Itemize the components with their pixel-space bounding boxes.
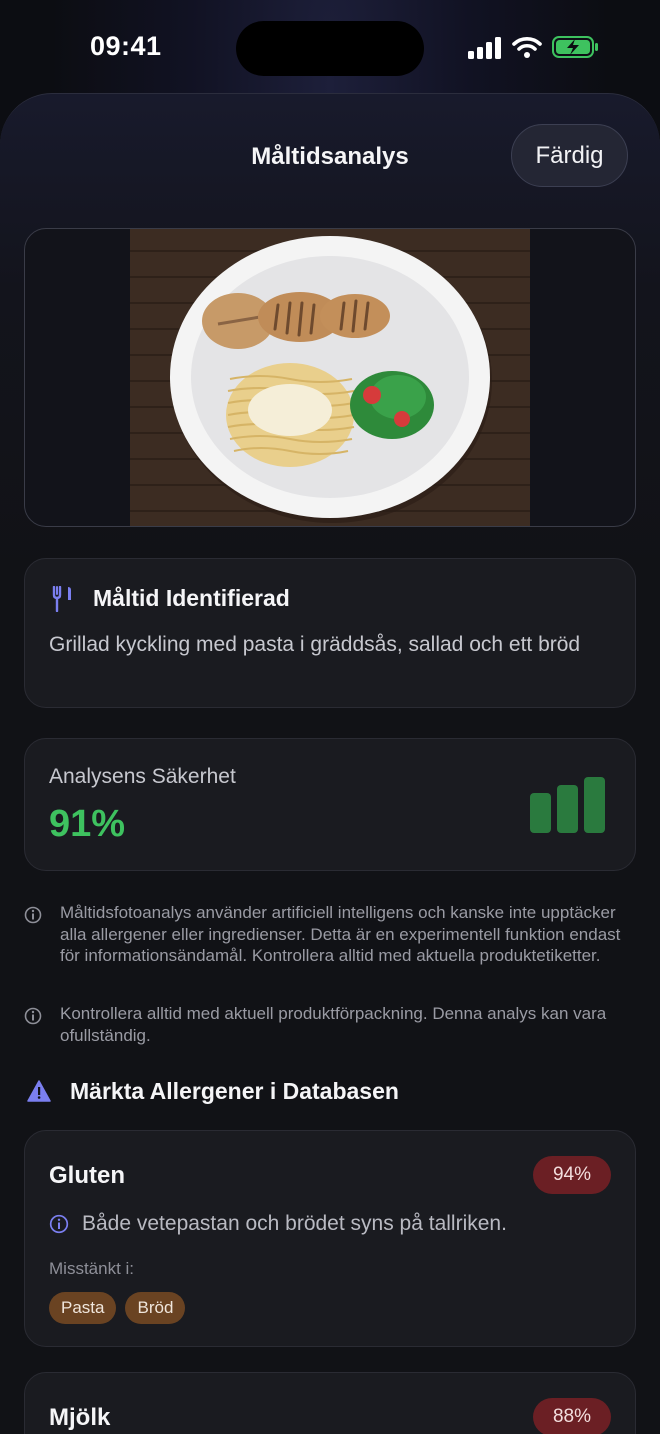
meal-photo <box>24 228 636 527</box>
battery-charging-icon <box>552 36 598 58</box>
packaging-text: Kontrollera alltid med aktuell produktfö… <box>60 1004 607 1045</box>
allergen-name: Gluten <box>49 1162 125 1189</box>
confidence-bars-icon <box>530 777 605 833</box>
info-icon <box>24 906 42 924</box>
allergen-confidence-badge: 94% <box>533 1156 611 1194</box>
chip-brod: Bröd <box>125 1292 186 1324</box>
suspected-chips: Pasta Bröd <box>49 1292 186 1324</box>
meal-photo-illustration <box>130 229 530 526</box>
allergen-confidence-badge: 88% <box>533 1398 611 1434</box>
confidence-card: Analysens Säkerhet 91% <box>24 738 636 871</box>
status-time: 09:41 <box>90 31 162 61</box>
allergen-card-gluten[interactable]: Gluten 94% Både vetepastan och brödet sy… <box>24 1130 636 1347</box>
confidence-label: Analysens Säkerhet <box>49 765 236 788</box>
meal-description: Grillad kyckling med pasta i gräddsås, s… <box>49 633 581 656</box>
meal-identified-card: Måltid Identifierad Grillad kyckling med… <box>24 558 636 708</box>
allergen-reason: Både vetepastan och brödet syns på tallr… <box>82 1212 507 1235</box>
suspected-label: Misstänkt i: <box>49 1259 135 1278</box>
allergen-name: Mjölk <box>49 1404 111 1431</box>
allergens-heading-text: Märkta Allergener i Databasen <box>70 1078 399 1104</box>
disclaimer-text: Måltidsfotoanalys använder artificiell i… <box>60 903 621 965</box>
confidence-value: 91% <box>49 803 126 845</box>
info-icon <box>49 1214 69 1234</box>
done-button[interactable]: Färdig <box>511 124 628 187</box>
status-bar: 09:41 <box>0 0 660 90</box>
wifi-icon <box>512 37 542 58</box>
chip-pasta: Pasta <box>49 1292 117 1324</box>
info-icon <box>24 1007 42 1025</box>
fork-knife-icon <box>52 586 71 612</box>
dynamic-island <box>236 21 424 76</box>
cellular-signal-icon <box>468 37 501 59</box>
screen: 09:41 Måltidsanalys Färdig Måltid Identi… <box>0 0 660 1434</box>
allergen-card-milk[interactable]: Mjölk 88% <box>24 1372 636 1434</box>
meal-title: Måltid Identifierad <box>93 585 290 611</box>
warning-triangle-icon <box>27 1080 51 1102</box>
